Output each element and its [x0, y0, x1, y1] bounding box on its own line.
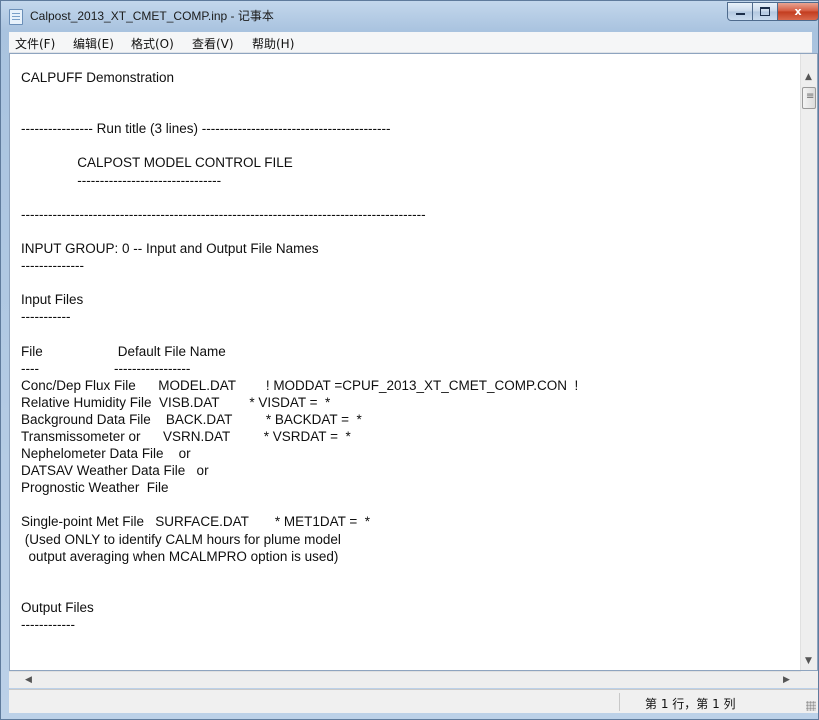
minimize-button[interactable] [727, 2, 753, 21]
text-line[interactable] [21, 274, 578, 291]
scroll-right-icon[interactable]: ▶ [783, 675, 790, 685]
text-line[interactable]: CALPUFF Demonstration [21, 69, 578, 86]
scrollbar-corner [801, 671, 818, 688]
notepad-window: Calpost_2013_XT_CMET_COMP.inp - 记事本 x 文件… [0, 0, 819, 720]
maximize-button[interactable] [752, 2, 778, 21]
text-line[interactable] [21, 223, 578, 240]
title-bar[interactable]: Calpost_2013_XT_CMET_COMP.inp - 记事本 x [1, 1, 819, 31]
text-line[interactable]: Nephelometer Data File or [21, 445, 578, 462]
horizontal-scrollbar[interactable]: ◀ ▶ [9, 671, 801, 688]
text-line[interactable]: INPUT GROUP: 0 -- Input and Output File … [21, 240, 578, 257]
menu-help[interactable]: 帮助(H) [252, 35, 294, 52]
text-line[interactable]: Conc/Dep Flux File MODEL.DAT ! MODDAT =C… [21, 377, 578, 394]
text-line[interactable]: -------------------------------- [21, 172, 578, 189]
text-line[interactable]: DATSAV Weather Data File or [21, 462, 578, 479]
menu-format[interactable]: 格式(O) [131, 35, 174, 52]
status-bar: 第 1 行，第 1 列 [9, 689, 818, 713]
resize-grip-icon[interactable] [806, 701, 816, 711]
vertical-scrollbar[interactable]: ▲ ▼ [800, 54, 817, 670]
text-line[interactable] [21, 325, 578, 342]
text-line[interactable] [21, 189, 578, 206]
text-line[interactable] [21, 137, 578, 154]
menu-bar: 文件(F) 编辑(E) 格式(O) 查看(V) 帮助(H) [9, 32, 812, 53]
text-line[interactable]: output averaging when MCALMPRO option is… [21, 548, 578, 565]
text-line[interactable] [21, 86, 578, 103]
status-separator [619, 693, 620, 711]
text-line[interactable] [21, 582, 578, 599]
text-line[interactable]: ----------------------------------------… [21, 206, 578, 223]
text-editor[interactable]: CALPUFF Demonstration ---------------- Ru… [9, 53, 818, 671]
vertical-scroll-thumb[interactable] [802, 87, 816, 109]
minimize-icon [735, 13, 745, 15]
close-icon: x [794, 5, 802, 18]
scroll-up-icon[interactable]: ▲ [805, 72, 812, 82]
scroll-down-icon[interactable]: ▼ [805, 656, 812, 666]
text-line[interactable] [21, 496, 578, 513]
text-line[interactable]: Transmissometer or VSRN.DAT * VSRDAT = * [21, 428, 578, 445]
menu-view[interactable]: 查看(V) [192, 35, 234, 52]
scroll-left-icon[interactable]: ◀ [25, 675, 32, 685]
cursor-position: 第 1 行，第 1 列 [645, 697, 736, 711]
menu-file[interactable]: 文件(F) [15, 35, 55, 52]
text-line[interactable]: CALPOST MODEL CONTROL FILE [21, 154, 578, 171]
document-text[interactable]: CALPUFF Demonstration ---------------- Ru… [21, 69, 578, 633]
text-line[interactable]: ---- ----------------- [21, 360, 578, 377]
text-line[interactable]: ----------- [21, 308, 578, 325]
text-line[interactable]: (Used ONLY to identify CALM hours for pl… [21, 531, 578, 548]
text-line[interactable]: Relative Humidity File VISB.DAT * VISDAT… [21, 394, 578, 411]
text-line[interactable]: ---------------- Run title (3 lines) ---… [21, 120, 578, 137]
maximize-icon [760, 6, 770, 16]
text-line[interactable]: File Default File Name [21, 343, 578, 360]
text-line[interactable]: ------------ [21, 616, 578, 633]
notepad-icon[interactable] [9, 9, 23, 25]
text-line[interactable]: Prognostic Weather File [21, 479, 578, 496]
text-line[interactable]: Input Files [21, 291, 578, 308]
menu-edit[interactable]: 编辑(E) [73, 35, 114, 52]
text-line[interactable]: Output Files [21, 599, 578, 616]
close-button[interactable]: x [777, 2, 819, 21]
text-line[interactable] [21, 565, 578, 582]
text-line[interactable]: Background Data File BACK.DAT * BACKDAT … [21, 411, 578, 428]
text-line[interactable]: -------------- [21, 257, 578, 274]
window-title: Calpost_2013_XT_CMET_COMP.inp - 记事本 [30, 9, 274, 23]
text-line[interactable]: Single-point Met File SURFACE.DAT * MET1… [21, 513, 578, 530]
text-line[interactable] [21, 103, 578, 120]
